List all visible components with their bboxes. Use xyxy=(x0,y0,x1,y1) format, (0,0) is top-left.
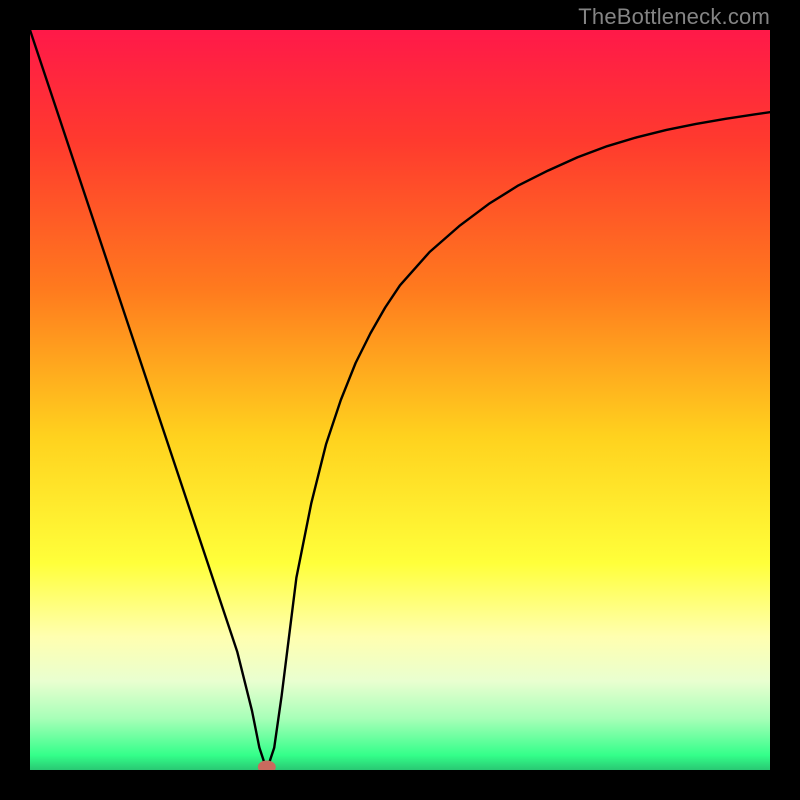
plot-area xyxy=(30,30,770,770)
chart-svg xyxy=(30,30,770,770)
watermark-text: TheBottleneck.com xyxy=(578,4,770,30)
gradient-background xyxy=(30,30,770,770)
chart-frame: TheBottleneck.com xyxy=(0,0,800,800)
